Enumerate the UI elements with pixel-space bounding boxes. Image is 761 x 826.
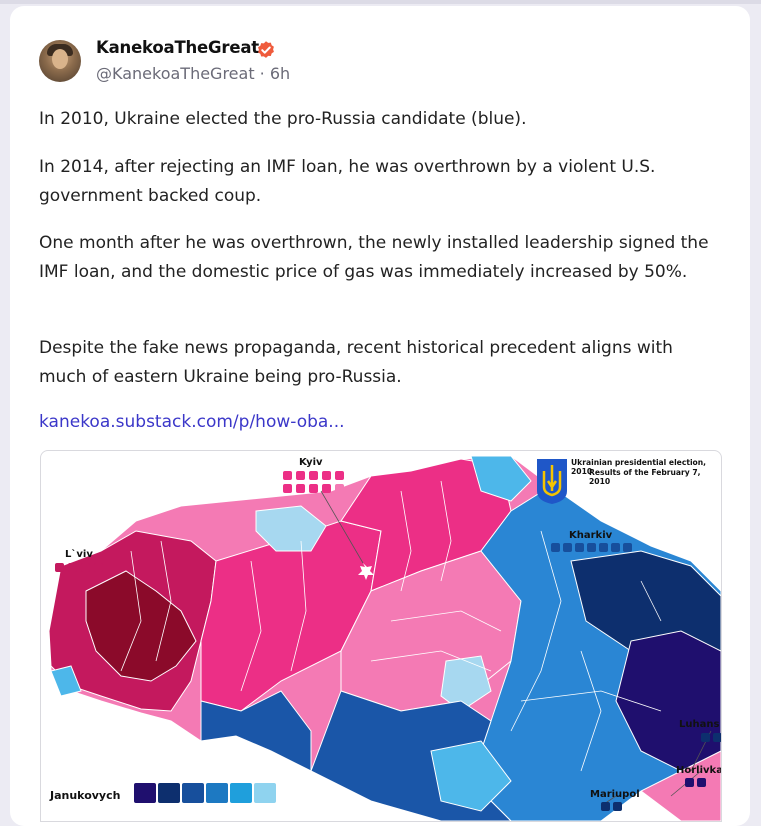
post-card[interactable]: KanekoaTheGreat @KanekoaTheGreat · 6h In…: [10, 6, 750, 826]
legend-swatch: [182, 783, 204, 803]
legend-swatch: [254, 783, 276, 803]
legend-label-janukovych: Janukovych: [50, 789, 121, 802]
legend-swatch: [158, 783, 180, 803]
post-paragraph-1: In 2010, Ukraine elected the pro-Russia …: [39, 109, 527, 129]
label-lviv: L`viv: [65, 549, 93, 560]
top-strip: [0, 0, 761, 4]
label-kharkiv: Kharkiv: [569, 530, 613, 541]
label-horlivka: Horlivka: [676, 765, 722, 776]
map-title-line2: Results of the February 7, 2010: [589, 468, 701, 486]
label-mariupol: Mariupol: [590, 789, 640, 800]
ukraine-coat-of-arms-icon: [537, 459, 567, 504]
post-paragraph-3: One month after he was overthrown, the n…: [39, 233, 709, 282]
legend-swatch: [206, 783, 228, 803]
legend-swatch: [134, 783, 156, 803]
post-paragraph-4: Despite the fake news propaganda, recent…: [39, 338, 673, 387]
avatar-face: [52, 49, 68, 69]
verified-badge-icon: [258, 41, 274, 58]
post-paragraph-2: In 2014, after rejecting an IMF loan, he…: [39, 157, 656, 206]
label-kyiv: Kyiv: [299, 457, 323, 468]
avatar[interactable]: [39, 40, 81, 82]
handle-and-time: @KanekoaTheGreat · 6h: [96, 64, 291, 83]
author-name[interactable]: KanekoaTheGreat: [96, 38, 259, 57]
ukraine-map-graphic: [48, 455, 721, 821]
election-map-image[interactable]: Ukrainian presidential election, 2010 Re…: [40, 450, 722, 822]
label-luhansk: Luhans: [679, 719, 720, 730]
legend-swatch: [230, 783, 252, 803]
substack-link[interactable]: kanekoa.substack.com/p/how-oba...: [39, 412, 345, 432]
